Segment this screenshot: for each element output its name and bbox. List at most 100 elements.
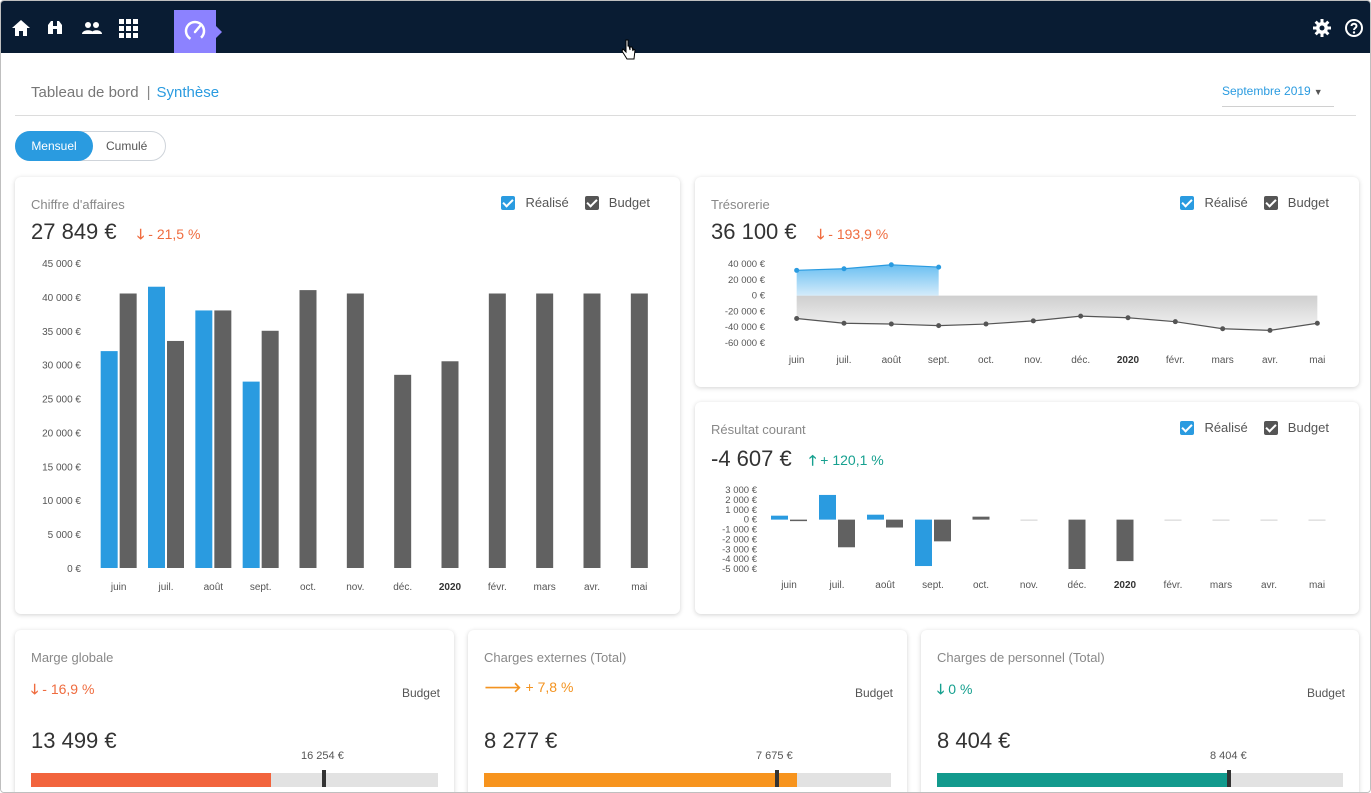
bar-budget	[1068, 519, 1086, 569]
mode-mensuel-button[interactable]: Mensuel	[15, 131, 93, 161]
y-tick-label: 30 000 €	[42, 361, 81, 372]
y-tick-label: 0 €	[744, 515, 758, 526]
x-tick-label: avr.	[1261, 580, 1277, 591]
breadcrumb-current: Synthèse	[156, 84, 220, 101]
kpi-progress-fill	[484, 773, 798, 787]
arrow-down-icon: 🡓	[31, 681, 39, 697]
charges-externes-card: Charges externes (Total) 🡒 + 7,8 % Budget…	[468, 630, 907, 792]
arrow-down-icon: 🡓	[937, 681, 945, 697]
budget-point	[1030, 318, 1036, 324]
y-tick-label: 35 000 €	[42, 327, 81, 338]
y-tick-label: -1 000 €	[722, 525, 758, 536]
main-content: Tableau de bord | Synthèse Septembre 2019 ▼…	[1, 39, 1370, 792]
kpi-delta-text: 0 %	[948, 681, 973, 697]
x-tick-label: déc.	[393, 582, 412, 593]
kpi-delta-text: + 7,8 %	[525, 679, 574, 695]
x-tick-label: mai	[1309, 580, 1325, 591]
x-tick-label: 2020	[1117, 355, 1140, 366]
bar-budget	[261, 330, 279, 568]
x-tick-label: août	[882, 355, 902, 366]
resultat-courant-card: Résultat courant Réalisé Budget -4 607 €…	[695, 402, 1359, 614]
home-icon[interactable]	[11, 18, 31, 38]
x-tick-label: nov.	[1024, 355, 1042, 366]
kpi-delta: 🡒 + 7,8 %	[484, 679, 573, 696]
chevron-down-icon: ▼	[1313, 87, 1323, 97]
help-icon[interactable]	[1344, 18, 1364, 38]
x-tick-label: août	[204, 582, 224, 593]
kpi-delta-text: - 16,9 %	[42, 681, 95, 697]
y-tick-label: 2 000 €	[725, 495, 757, 506]
bar-realise	[915, 519, 932, 567]
bar-realise	[771, 515, 788, 520]
bar-budget	[886, 519, 903, 528]
bar-budget	[934, 519, 951, 542]
bar-budget	[346, 293, 364, 568]
kpi-progress-track	[937, 770, 1343, 787]
bar-budget	[441, 361, 459, 568]
budget-marker	[1227, 770, 1232, 787]
x-tick-label: déc.	[1071, 355, 1090, 366]
chiffre-affaires-card: Chiffre d'affaires Réalisé Budget 27 849…	[15, 177, 680, 614]
settings-icon[interactable]	[1312, 18, 1332, 38]
budget-value: 16 254 €	[301, 750, 344, 762]
y-tick-label: 45 000 €	[42, 259, 81, 270]
users-icon[interactable]	[81, 18, 102, 38]
charges-personnel-card: Charges de personnel (Total) 🡓 0 % Budget…	[921, 630, 1359, 792]
kpi-value: 8 404 €	[937, 728, 1011, 753]
bar-budget	[838, 519, 855, 548]
y-tick-label: 20 000 €	[42, 428, 81, 439]
grid-icon[interactable]	[118, 18, 138, 38]
x-tick-label: nov.	[1020, 580, 1038, 591]
kpi-value: 8 277 €	[484, 728, 558, 753]
x-tick-label: 2020	[1114, 580, 1137, 591]
realise-point	[794, 267, 800, 273]
breadcrumb-root[interactable]: Tableau de bord	[31, 84, 139, 101]
bar-realise	[195, 310, 213, 568]
binoculars-icon[interactable]	[45, 18, 65, 38]
x-tick-label: oct.	[978, 355, 994, 366]
bar-budget	[1260, 519, 1278, 521]
budget-value: 8 404 €	[1210, 750, 1247, 762]
y-tick-label: -20 000 €	[725, 306, 766, 317]
bar-budget	[790, 519, 807, 522]
realise-point	[936, 264, 942, 270]
breadcrumb: Tableau de bord | Synthèse	[31, 84, 219, 101]
x-tick-label: avr.	[584, 582, 600, 593]
budget-marker	[322, 770, 326, 787]
y-tick-label: 15 000 €	[42, 462, 81, 473]
bar-budget	[1164, 519, 1182, 521]
x-tick-label: mars	[1210, 580, 1232, 591]
y-tick-label: 1 000 €	[725, 505, 757, 516]
mode-cumule-button[interactable]: Cumulé	[106, 132, 147, 160]
header-divider	[15, 115, 1356, 116]
x-tick-label: sept.	[922, 580, 944, 591]
x-tick-label: 2020	[439, 582, 462, 593]
kpi-delta: 🡓 0 %	[937, 679, 972, 703]
x-tick-label: févr.	[1164, 580, 1183, 591]
kpi-value: 13 499 €	[31, 728, 117, 753]
dashboard-gauge-icon	[184, 20, 206, 42]
y-tick-label: -4 000 €	[722, 554, 758, 565]
budget-point	[794, 316, 800, 322]
budget-label: Budget	[854, 686, 893, 700]
budget-label: Budget	[1306, 686, 1345, 700]
x-tick-label: juil.	[828, 580, 844, 591]
card-title: Marge globale	[31, 650, 114, 665]
mouse-pointer-icon	[621, 39, 637, 66]
dashboard-nav-button[interactable]	[174, 10, 222, 53]
realise-point	[841, 266, 847, 272]
budget-point	[936, 323, 942, 329]
y-tick-label: -60 000 €	[725, 338, 766, 349]
kpi-progress-track	[31, 770, 438, 787]
bar-budget	[167, 340, 184, 568]
period-select[interactable]: Septembre 2019 ▼	[1222, 84, 1334, 107]
x-tick-label: août	[875, 580, 895, 591]
y-tick-label: 10 000 €	[42, 496, 81, 507]
app-window: Tableau de bord | Synthèse Septembre 2019 ▼…	[0, 0, 1371, 793]
bar-budget	[119, 293, 137, 568]
y-tick-label: -2 000 €	[722, 534, 758, 545]
budget-point	[1220, 326, 1226, 332]
bar-budget	[972, 516, 990, 520]
bar-budget	[536, 293, 554, 568]
y-tick-label: 40 000 €	[42, 293, 81, 304]
